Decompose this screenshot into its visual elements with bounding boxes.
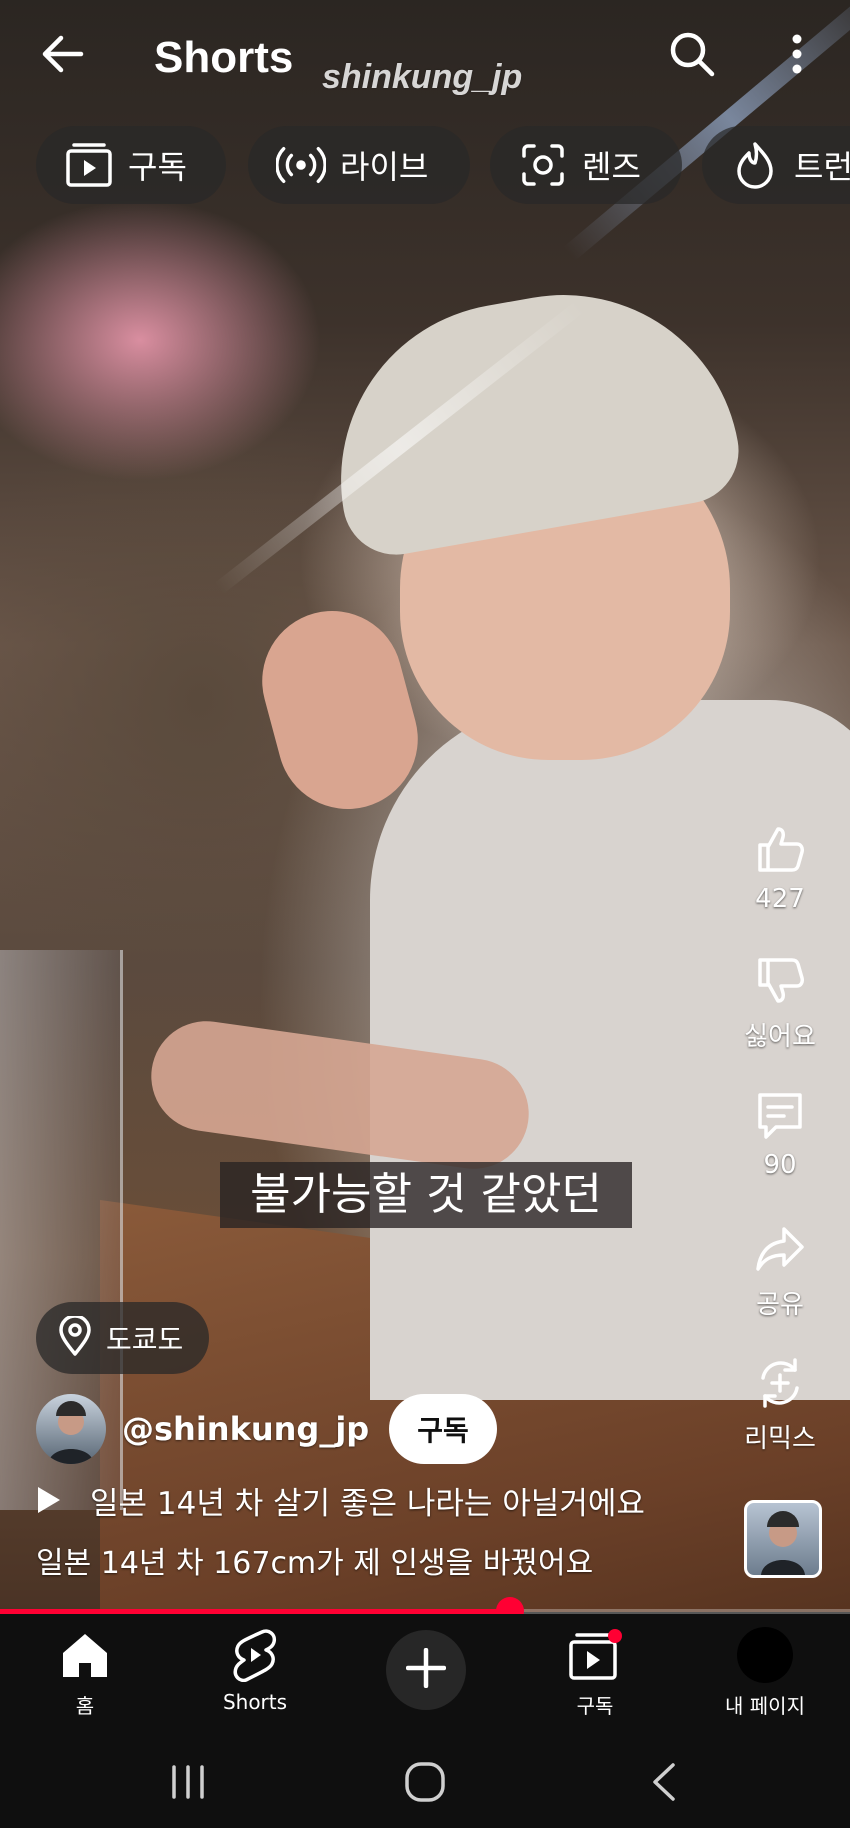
channel-avatar[interactable] — [36, 1394, 106, 1464]
subscriptions-icon — [510, 1626, 680, 1684]
shorts-icon — [170, 1626, 340, 1684]
thumbs-up-icon — [724, 820, 836, 878]
more-options-button[interactable] — [772, 26, 822, 86]
video-subtitle: 불가능할 것 같았던 — [220, 1162, 632, 1228]
nav-shorts[interactable]: Shorts — [170, 1626, 340, 1714]
chip-label: 구독 — [128, 148, 187, 186]
chevron-left-icon — [649, 1762, 679, 1806]
system-back-button[interactable] — [624, 1758, 704, 1810]
location-label: 도쿄도 — [106, 1323, 184, 1356]
shorts-player-screen: Shorts shinkung_jp 구독 라이브 렌즈 트런 불가능할 것 같… — [0, 0, 850, 1828]
plus-icon — [405, 1647, 447, 1692]
remix-button[interactable]: 리믹스 — [724, 1354, 836, 1455]
recent-apps-button[interactable] — [148, 1758, 228, 1810]
trending-icon — [730, 140, 780, 190]
lens-icon — [518, 140, 568, 190]
chip-subscriptions[interactable]: 구독 — [36, 126, 226, 204]
sound-thumbnail[interactable] — [744, 1500, 822, 1578]
related-video-link[interactable]: 일본 14년 차 살기 좋은 나라는 아닐거에요 — [36, 1478, 645, 1522]
play-icon — [36, 1478, 70, 1522]
more-vertical-icon — [791, 34, 803, 78]
dislike-button[interactable]: 싫어요 — [724, 952, 836, 1053]
back-button[interactable] — [30, 28, 94, 84]
channel-handle[interactable]: @shinkung_jp — [122, 1410, 369, 1448]
share-button[interactable]: 공유 — [724, 1220, 836, 1321]
comment-icon — [724, 1086, 836, 1144]
nav-label: 구독 — [576, 1694, 614, 1718]
page-title: Shorts — [154, 33, 294, 82]
avatar-slot — [680, 1626, 850, 1684]
avatar — [737, 1627, 793, 1683]
chip-label: 트런 — [794, 148, 850, 186]
like-count: 427 — [755, 884, 805, 914]
create-button[interactable] — [386, 1630, 466, 1710]
nav-label: 내 페이지 — [725, 1694, 805, 1718]
watermark: shinkung_jp — [322, 58, 523, 96]
comments-button[interactable]: 90 — [724, 1086, 836, 1180]
top-bar: Shorts shinkung_jp — [0, 0, 850, 112]
share-icon — [724, 1220, 836, 1278]
like-button[interactable]: 427 — [724, 820, 836, 914]
nav-home[interactable]: 홈 — [0, 1626, 170, 1719]
live-icon — [276, 140, 326, 190]
home-system-button[interactable] — [385, 1758, 465, 1810]
recent-apps-icon — [168, 1764, 208, 1804]
location-pin-icon — [58, 1314, 92, 1360]
thumbs-down-icon — [724, 952, 836, 1010]
filter-chips: 구독 라이브 렌즈 트런 — [0, 126, 850, 206]
system-navigation-bar — [0, 1740, 850, 1828]
chip-trending[interactable]: 트런 — [702, 126, 850, 204]
nav-label: 홈 — [75, 1694, 95, 1718]
chip-label: 렌즈 — [582, 148, 641, 186]
search-icon — [667, 29, 717, 83]
chip-label: 라이브 — [340, 148, 429, 186]
comment-count: 90 — [763, 1150, 797, 1180]
home-circle-icon — [404, 1761, 446, 1807]
home-icon — [0, 1626, 170, 1684]
chip-live[interactable]: 라이브 — [248, 126, 470, 204]
subscriptions-icon — [64, 140, 114, 190]
nav-subscriptions[interactable]: 구독 — [510, 1626, 680, 1719]
bottom-navigation: 홈 Shorts 구독 내 페이지 — [0, 1614, 850, 1740]
chip-lens[interactable]: 렌즈 — [490, 126, 682, 204]
subscribe-button[interactable]: 구독 — [389, 1394, 497, 1464]
share-label: 공유 — [756, 1290, 804, 1320]
search-button[interactable] — [662, 26, 722, 86]
channel-row: @shinkung_jp 구독 — [36, 1392, 497, 1466]
remix-icon — [724, 1354, 836, 1412]
nav-label: Shorts — [222, 1690, 288, 1714]
related-video-title: 일본 14년 차 살기 좋은 나라는 아닐거에요 — [90, 1485, 645, 1522]
dislike-label: 싫어요 — [744, 1022, 816, 1052]
video-description[interactable]: 일본 14년 차 167cm가 제 인생을 바꿨어요 — [36, 1538, 593, 1582]
location-chip[interactable]: 도쿄도 — [36, 1302, 210, 1374]
nav-my-page[interactable]: 내 페이지 — [680, 1626, 850, 1719]
remix-label: 리믹스 — [744, 1424, 816, 1454]
arrow-left-icon — [39, 34, 85, 78]
